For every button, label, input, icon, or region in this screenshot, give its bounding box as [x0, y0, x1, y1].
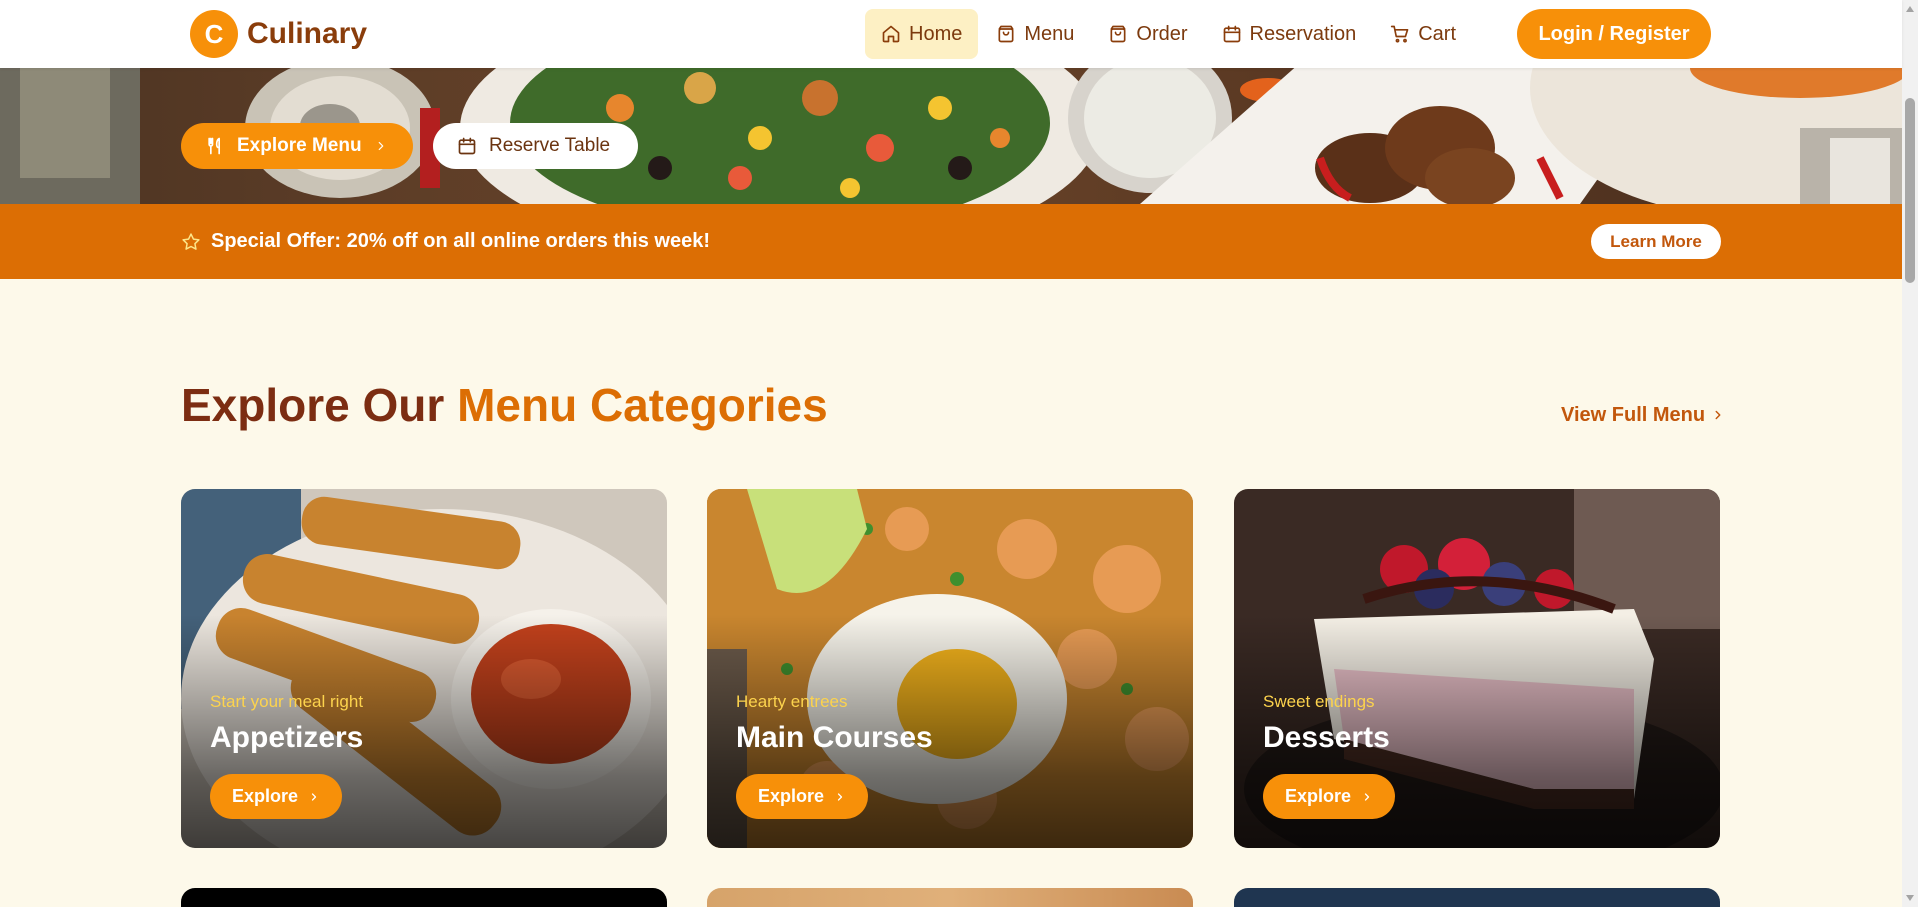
chevron-right-icon — [378, 141, 383, 151]
nav-home[interactable]: Home — [865, 9, 979, 59]
explore-menu-button[interactable]: Explore Menu — [181, 123, 413, 169]
main-nav: Home Menu Order Reservation Cart — [865, 9, 1472, 59]
explore-desserts-button[interactable]: Explore — [1263, 774, 1396, 819]
login-register-button[interactable]: Login / Register — [1517, 9, 1711, 59]
offer-message: Special Offer: 20% off on all online ord… — [181, 204, 710, 279]
brand[interactable]: C Culinary — [190, 10, 367, 58]
category-card-peek[interactable] — [1234, 888, 1720, 907]
view-full-menu-label: View Full Menu — [1561, 403, 1706, 426]
chevron-right-icon — [837, 792, 843, 801]
home-icon — [882, 25, 900, 43]
chevron-right-icon — [1715, 410, 1721, 420]
section-title: Explore Our Menu Categories — [181, 378, 828, 432]
nav-menu-label: Menu — [1024, 22, 1075, 45]
card-button-label: Explore — [758, 786, 825, 806]
nav-cart[interactable]: Cart — [1374, 9, 1472, 59]
category-card-main-courses[interactable]: Hearty entrees Main Courses Explore — [707, 489, 1193, 848]
card-title: Main Courses — [736, 721, 933, 754]
bag-icon — [1110, 25, 1126, 43]
utensils-icon — [208, 137, 220, 155]
nav-reservation[interactable]: Reservation — [1206, 9, 1373, 59]
chevron-right-icon — [1364, 792, 1370, 801]
hero-banner: Explore Menu Reserve Table — [0, 68, 1902, 204]
reserve-table-label: Reserve Table — [489, 135, 611, 156]
nav-reservation-label: Reservation — [1249, 22, 1357, 45]
calendar-icon — [1223, 25, 1240, 43]
scroll-thumb[interactable] — [1905, 98, 1915, 283]
nav-order[interactable]: Order — [1092, 9, 1203, 59]
special-offer-banner: Special Offer: 20% off on all online ord… — [0, 204, 1902, 279]
view-full-menu-link[interactable]: View Full Menu — [1561, 400, 1725, 430]
category-card-appetizers[interactable]: Start your meal right Appetizers Explore — [181, 489, 667, 848]
card-subtitle: Sweet endings — [1263, 692, 1375, 711]
section-title-accent: Menu Categories — [457, 379, 828, 431]
offer-text: Special Offer: 20% off on all online ord… — [211, 230, 711, 252]
reserve-table-button[interactable]: Reserve Table — [433, 123, 638, 169]
nav-order-label: Order — [1136, 22, 1188, 45]
scroll-down-arrow[interactable] — [1906, 895, 1914, 901]
category-card-peek[interactable] — [707, 888, 1193, 907]
card-title: Appetizers — [210, 721, 364, 754]
card-subtitle: Hearty entrees — [736, 692, 848, 711]
top-navbar: C Culinary Home Menu Order Reservation C… — [0, 0, 1902, 68]
card-subtitle: Start your meal right — [210, 692, 364, 711]
category-card-desserts[interactable]: Sweet endings Desserts Explore — [1234, 489, 1720, 848]
scroll-up-arrow[interactable] — [1906, 6, 1914, 12]
brand-logo: C — [190, 10, 238, 58]
cart-icon — [1391, 25, 1409, 43]
page-scrollbar[interactable] — [1902, 0, 1918, 907]
nav-menu[interactable]: Menu — [980, 9, 1090, 59]
learn-more-button[interactable]: Learn More — [1591, 224, 1721, 259]
chevron-right-icon — [311, 792, 317, 801]
brand-name: Culinary — [247, 17, 368, 50]
explore-menu-label: Explore Menu — [237, 135, 362, 156]
section-title-part1: Explore Our — [181, 379, 458, 431]
calendar-icon — [458, 137, 476, 155]
card-button-label: Explore — [232, 786, 299, 806]
explore-main-courses-button[interactable]: Explore — [736, 774, 869, 819]
explore-appetizers-button[interactable]: Explore — [210, 774, 343, 819]
bag-icon — [998, 25, 1014, 43]
star-icon — [182, 232, 200, 250]
category-card-peek[interactable] — [181, 888, 667, 907]
card-button-label: Explore — [1285, 786, 1352, 806]
nav-home-label: Home — [909, 22, 963, 45]
nav-cart-label: Cart — [1418, 22, 1457, 45]
card-title: Desserts — [1263, 721, 1390, 754]
